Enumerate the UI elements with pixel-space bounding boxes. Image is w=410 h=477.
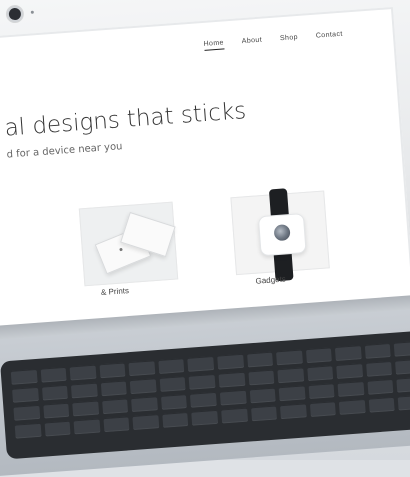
smartwatch-image <box>257 213 307 257</box>
key <box>218 371 245 388</box>
key <box>246 351 274 368</box>
key <box>337 381 365 397</box>
key <box>250 405 278 422</box>
gadgets-card[interactable] <box>230 188 330 282</box>
key <box>217 353 244 370</box>
key <box>41 384 69 401</box>
key <box>394 340 410 357</box>
key <box>365 360 393 377</box>
hero-headline: al designs that sticks <box>3 98 247 142</box>
key <box>219 389 247 406</box>
key <box>72 400 99 417</box>
key <box>103 416 130 433</box>
key <box>368 396 396 413</box>
key <box>396 376 410 393</box>
key <box>277 367 304 384</box>
key <box>162 412 189 428</box>
key <box>308 383 335 400</box>
keyboard <box>0 330 410 460</box>
key <box>339 399 366 415</box>
key <box>280 403 307 420</box>
key <box>44 420 71 437</box>
key <box>99 362 126 379</box>
key <box>71 382 98 399</box>
watch-face <box>273 224 291 242</box>
key <box>395 358 410 375</box>
key <box>13 404 40 421</box>
gadgets-caption[interactable]: Gadgets <box>255 275 286 286</box>
key <box>69 364 97 381</box>
key <box>131 396 158 413</box>
key <box>221 407 248 424</box>
prints-card[interactable] <box>78 201 179 287</box>
key <box>364 342 392 359</box>
key <box>276 349 303 366</box>
key <box>335 345 362 361</box>
key <box>10 368 38 385</box>
key <box>190 391 217 408</box>
laptop-screen: Home About Shop Contact al designs that … <box>0 6 410 348</box>
key <box>158 358 185 374</box>
hero-subhead: d for a device near you <box>6 141 123 161</box>
nav-about[interactable]: About <box>242 37 263 48</box>
key <box>187 355 215 372</box>
nav-shop[interactable]: Shop <box>280 34 299 45</box>
key <box>101 398 129 415</box>
key <box>398 394 410 411</box>
key <box>160 394 188 410</box>
key <box>42 402 70 419</box>
key <box>100 380 128 397</box>
site-nav: Home About Shop Contact <box>203 31 343 51</box>
key <box>247 369 275 386</box>
key <box>159 376 187 392</box>
key <box>249 387 276 404</box>
laptop-keyboard-deck <box>0 292 410 477</box>
key <box>128 360 156 377</box>
key <box>305 347 333 364</box>
key <box>309 401 337 418</box>
key <box>40 366 67 383</box>
key <box>129 378 157 395</box>
key <box>336 363 363 379</box>
key <box>132 414 160 431</box>
prints-caption[interactable]: & Prints <box>101 286 130 297</box>
key <box>73 418 101 435</box>
card-dot <box>119 247 123 252</box>
webcam-icon <box>6 5 24 23</box>
nav-contact[interactable]: Contact <box>316 31 344 43</box>
key <box>306 365 334 382</box>
key <box>367 378 394 395</box>
nav-home[interactable]: Home <box>203 39 224 50</box>
key <box>188 373 216 390</box>
key <box>14 422 42 439</box>
sensor-dot <box>30 10 34 14</box>
key <box>191 409 219 426</box>
key <box>278 385 306 402</box>
key <box>12 386 39 403</box>
